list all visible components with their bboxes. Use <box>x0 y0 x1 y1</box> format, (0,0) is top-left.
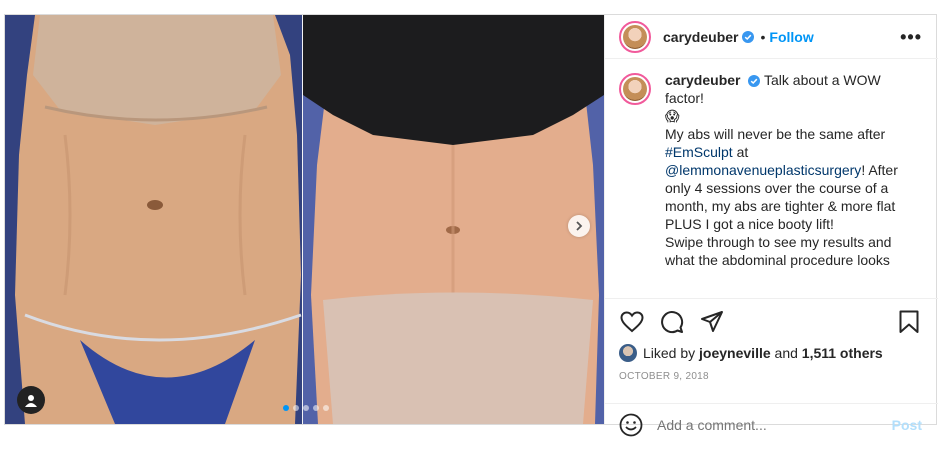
bookmark-icon <box>899 310 919 333</box>
liker-username[interactable]: joeyneville <box>699 345 771 361</box>
carousel-dot <box>313 405 319 411</box>
after-photo <box>303 15 604 424</box>
post-header: carydeuber • Follow ••• <box>605 15 938 59</box>
likes-middle: and <box>774 345 798 361</box>
liker-avatar[interactable] <box>619 344 637 362</box>
author-username[interactable]: carydeuber <box>663 29 738 45</box>
post-actions: Liked by joeyneville and 1,511 others OC… <box>605 298 938 382</box>
post-media[interactable] <box>5 15 604 424</box>
comment-button[interactable] <box>659 309 685 335</box>
author-avatar[interactable] <box>619 20 651 53</box>
likes-summary: Liked by joeyneville and 1,511 others <box>619 343 922 363</box>
post-date[interactable]: OCTOBER 9, 2018 <box>619 371 922 382</box>
caption-emoji: 😱 <box>665 108 680 124</box>
likes-prefix: Liked by <box>643 345 696 361</box>
carousel-dot <box>303 405 309 411</box>
comment-input[interactable] <box>657 416 892 433</box>
comments-section[interactable]: carydeuber Talk about a WOW factor! 😱 My… <box>605 71 938 297</box>
caption-text: carydeuber Talk about a WOW factor! 😱 My… <box>665 71 910 269</box>
verified-badge-icon <box>742 30 755 43</box>
post-caption: carydeuber Talk about a WOW factor! 😱 My… <box>619 71 922 269</box>
like-button[interactable] <box>619 309 645 335</box>
save-button[interactable] <box>896 309 922 335</box>
carousel-next-button[interactable] <box>568 215 590 237</box>
mention-link[interactable]: @lemmonavenueplasticsurgery <box>665 162 861 178</box>
tagged-users-button[interactable] <box>17 386 45 414</box>
caption-line-5: Swipe through to see my results and what… <box>665 234 892 268</box>
verified-badge-icon <box>748 75 761 88</box>
carousel-dot <box>293 405 299 411</box>
more-options-button[interactable]: ••• <box>900 27 922 48</box>
carousel-dot <box>323 405 329 411</box>
carousel-dot-active <box>283 405 289 411</box>
caption-username[interactable]: carydeuber <box>665 72 740 88</box>
carousel-indicator <box>283 405 329 411</box>
post-comment-button[interactable]: Post <box>892 417 922 433</box>
add-comment-bar: Post <box>605 403 938 445</box>
heart-icon <box>620 311 644 333</box>
hashtag-link[interactable]: #EmSculpt <box>665 144 733 160</box>
user-tag-icon <box>25 394 37 407</box>
header-separator: • <box>760 28 766 45</box>
post-side-panel: carydeuber • Follow ••• carydeuber Talk … <box>604 15 938 436</box>
action-icons-row <box>619 307 922 337</box>
before-photo <box>5 15 302 424</box>
caption-avatar[interactable] <box>619 73 651 105</box>
share-button[interactable] <box>699 309 725 335</box>
post-modal: carydeuber • Follow ••• carydeuber Talk … <box>4 14 938 436</box>
likes-count[interactable]: 1,511 others <box>802 345 883 361</box>
chevron-right-icon <box>576 221 583 231</box>
paper-plane-icon <box>701 311 723 332</box>
caption-line-2: My abs will never be the same after <box>665 126 886 142</box>
follow-button[interactable]: Follow <box>769 29 813 45</box>
comment-bubble-icon <box>661 311 684 334</box>
caption-line-3: at <box>732 144 749 160</box>
smiley-icon[interactable] <box>619 413 643 437</box>
